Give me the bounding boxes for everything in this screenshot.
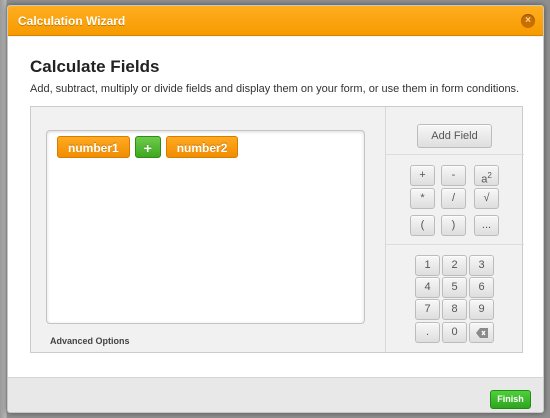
finish-button[interactable]: Finish	[490, 390, 531, 409]
dialog-title: Calculation Wizard	[18, 14, 126, 28]
keypad-0-button[interactable]: 0	[442, 322, 467, 343]
calculation-editor-panel: number1 + number2 Advanced Options Add F…	[30, 106, 524, 353]
backspace-icon	[475, 328, 488, 338]
close-button[interactable]: ×	[521, 14, 535, 28]
power-exponent: 2	[487, 171, 492, 180]
divide-button[interactable]: /	[441, 188, 466, 209]
add-field-button[interactable]: Add Field	[417, 124, 492, 148]
keypad-7-button[interactable]: 7	[415, 299, 440, 320]
keypad-9-button[interactable]: 9	[469, 299, 494, 320]
close-icon: ×	[525, 15, 531, 26]
formula-token-field[interactable]: number1	[57, 136, 130, 158]
keypad-6-button[interactable]: 6	[469, 277, 494, 298]
more-operators-button[interactable]: ...	[474, 215, 499, 236]
dialog-footer: Finish	[8, 377, 543, 412]
power-button[interactable]: a2	[474, 165, 499, 186]
keypad-8-button[interactable]: 8	[442, 299, 467, 320]
keypad-4-button[interactable]: 4	[415, 277, 440, 298]
keypad-2-button[interactable]: 2	[442, 255, 467, 276]
open-paren-button[interactable]: (	[410, 215, 435, 236]
advanced-options-link[interactable]: Advanced Options	[50, 336, 130, 346]
add-field-section: Add Field	[386, 107, 524, 155]
page-description: Add, subtract, multiply or divide fields…	[30, 83, 520, 95]
plus-button[interactable]: +	[410, 165, 435, 186]
formula-token-row: number1 + number2	[57, 136, 239, 158]
close-paren-button[interactable]: )	[441, 215, 466, 236]
minus-button[interactable]: -	[441, 165, 466, 186]
operators-section: + - a2 * / √ ( ) ...	[386, 155, 524, 245]
keypad-1-button[interactable]: 1	[415, 255, 440, 276]
keypad-5-button[interactable]: 5	[442, 277, 467, 298]
keypad-section: 1 2 3 4 5 6 7 8 9 . 0	[386, 245, 524, 352]
dialog-body: Calculate Fields Add, subtract, multiply…	[8, 37, 543, 377]
multiply-button[interactable]: *	[410, 188, 435, 209]
calculation-wizard-dialog: Calculation Wizard × Calculate Fields Ad…	[7, 5, 544, 413]
formula-token-operator[interactable]: +	[134, 136, 161, 158]
keypad-3-button[interactable]: 3	[469, 255, 494, 276]
formula-token-field[interactable]: number2	[165, 136, 239, 158]
backspace-button[interactable]	[469, 322, 494, 343]
sqrt-button[interactable]: √	[474, 188, 499, 209]
keypad-dot-button[interactable]: .	[415, 322, 440, 343]
dialog-titlebar: Calculation Wizard ×	[8, 6, 543, 36]
page-title: Calculate Fields	[30, 57, 160, 76]
formula-box[interactable]: number1 + number2	[46, 130, 365, 324]
calculator-controls: Add Field + - a2 * / √ ( ) ... 1 2 3 4 5…	[385, 107, 524, 352]
